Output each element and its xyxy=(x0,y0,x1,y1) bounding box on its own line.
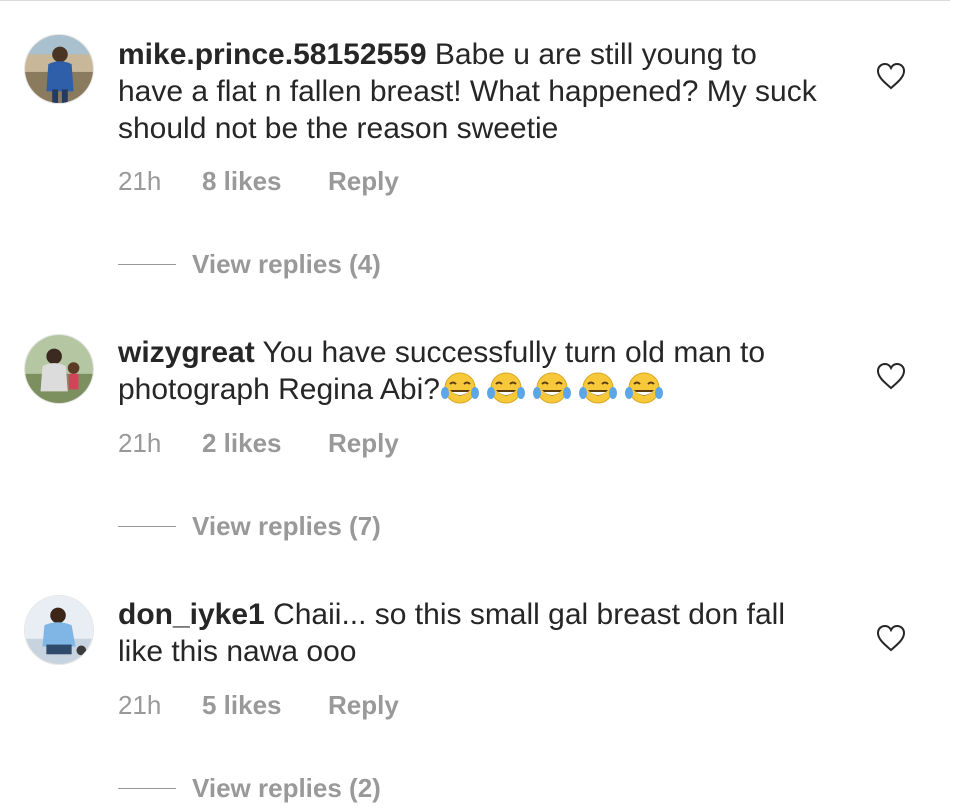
comment-username[interactable]: wizygreat xyxy=(118,336,255,369)
heart-outline-icon[interactable] xyxy=(876,362,906,390)
comment-timestamp: 21h xyxy=(118,428,162,458)
reply-button[interactable]: Reply xyxy=(328,428,399,458)
avatar[interactable] xyxy=(24,34,94,104)
comment-timestamp: 21h xyxy=(118,690,162,720)
comment-username[interactable]: mike.prince.58152559 xyxy=(118,38,427,71)
heart-outline-icon[interactable] xyxy=(876,62,906,90)
view-replies-label: View replies (4) xyxy=(192,249,381,279)
face-with-tears-of-joy-icon xyxy=(578,371,618,405)
replies-divider-line xyxy=(118,525,176,527)
comment-body: don_iyke1 Chaii... so this small gal bre… xyxy=(118,596,818,670)
avatar[interactable] xyxy=(24,595,94,665)
replies-divider-line xyxy=(118,787,176,789)
avatar[interactable] xyxy=(24,334,94,404)
view-replies-button[interactable]: View replies (4) xyxy=(118,249,381,279)
likes-count-link[interactable]: 2 likes xyxy=(202,428,328,458)
reply-button[interactable]: Reply xyxy=(328,690,399,720)
view-replies-button[interactable]: View replies (2) xyxy=(118,773,381,803)
likes-count-link[interactable]: 8 likes xyxy=(202,166,328,196)
view-replies-label: View replies (7) xyxy=(192,511,381,541)
heart-outline-icon[interactable] xyxy=(876,624,906,652)
comment-body: mike.prince.58152559 Babe u are still yo… xyxy=(118,36,818,147)
face-with-tears-of-joy-icon xyxy=(624,371,664,405)
comment-username[interactable]: don_iyke1 xyxy=(118,598,265,631)
comment-meta: 21h 2 likes Reply xyxy=(118,428,399,458)
comment-timestamp: 21h xyxy=(118,166,162,196)
face-with-tears-of-joy-icon xyxy=(440,371,480,405)
view-replies-label: View replies (2) xyxy=(192,773,381,803)
comment-meta: 21h 5 likes Reply xyxy=(118,690,399,720)
likes-count-link[interactable]: 5 likes xyxy=(202,690,328,720)
reply-button[interactable]: Reply xyxy=(328,166,399,196)
face-with-tears-of-joy-icon xyxy=(532,371,572,405)
top-divider xyxy=(0,0,950,1)
comment-meta: 21h 8 likes Reply xyxy=(118,166,399,196)
comment-body: wizygreat You have successfully turn old… xyxy=(118,334,818,408)
replies-divider-line xyxy=(118,263,176,265)
view-replies-button[interactable]: View replies (7) xyxy=(118,511,381,541)
face-with-tears-of-joy-icon xyxy=(486,371,526,405)
